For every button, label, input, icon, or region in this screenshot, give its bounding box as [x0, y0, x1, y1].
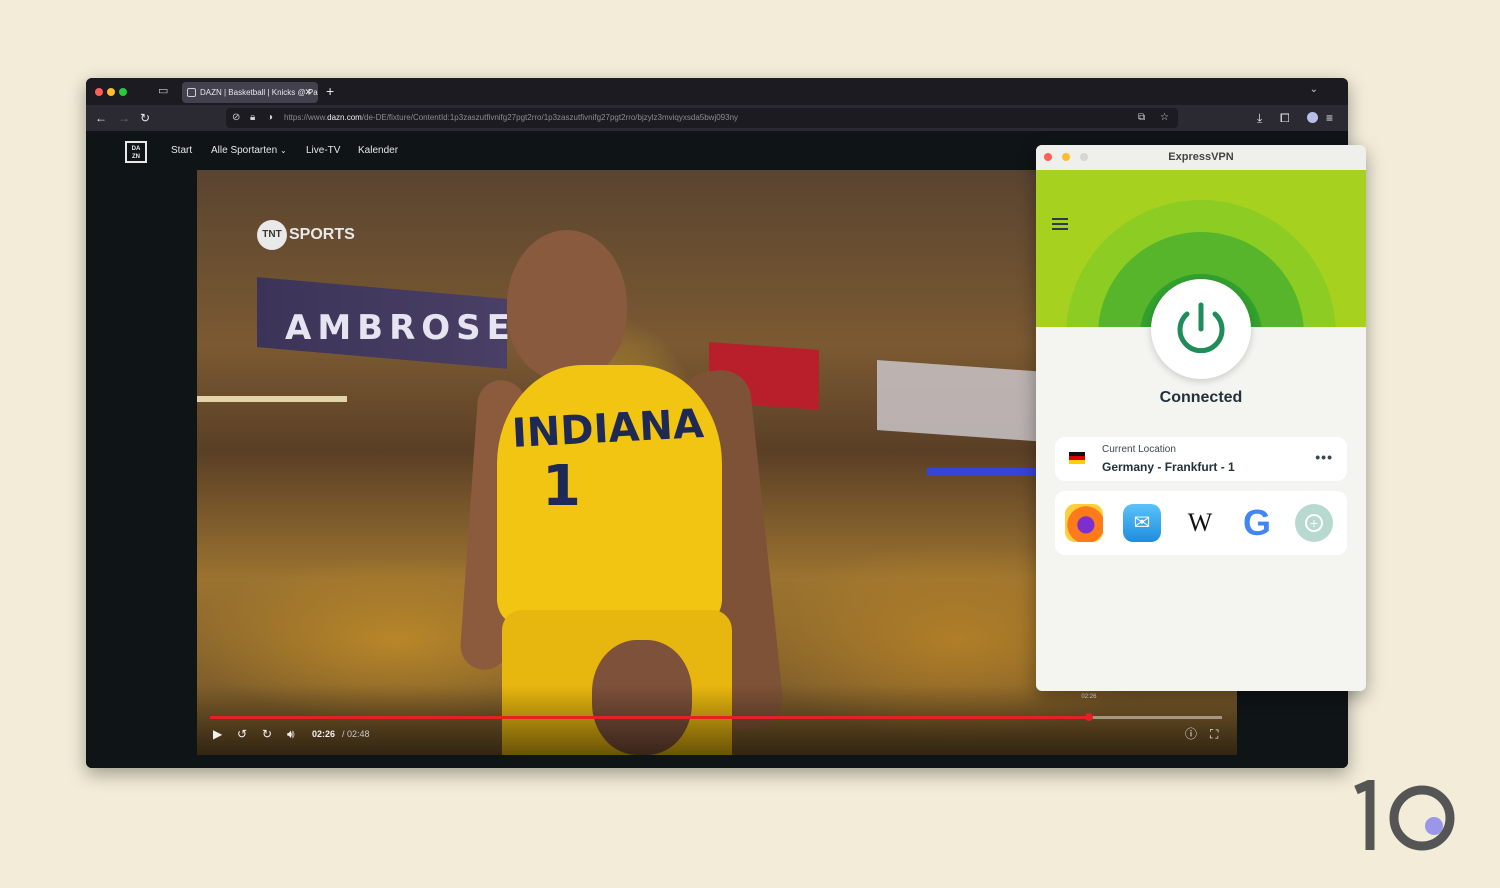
germany-flag-icon	[1069, 452, 1085, 464]
progress-bar[interactable]	[210, 713, 1222, 721]
bookmark-star-icon[interactable]: ☆	[1160, 111, 1169, 125]
tab-title: DAZN | Basketball | Knicks @ Pa	[200, 88, 318, 97]
power-button[interactable]	[1151, 279, 1251, 379]
nav-alle-sportarten-label: Alle Sportarten	[211, 145, 278, 156]
more-options-icon[interactable]: •••	[1315, 449, 1333, 465]
picture-in-picture-icon[interactable]: ⧉	[1138, 111, 1145, 125]
shortcuts-bar: ✉ W G +	[1055, 491, 1347, 555]
close-window-button[interactable]	[95, 88, 103, 96]
wikipedia-shortcut-icon[interactable]: W	[1181, 504, 1219, 542]
mail-shortcut-icon[interactable]: ✉	[1123, 504, 1161, 542]
arena-white-sign	[877, 360, 1047, 442]
forward-arrow-icon[interactable]: →	[118, 110, 130, 126]
jersey-number: 1	[542, 454, 581, 519]
firefox-shortcut-icon[interactable]	[1065, 504, 1103, 542]
location-label: Current Location	[1102, 444, 1176, 455]
rewind-10-icon[interactable]: ↺	[237, 727, 247, 741]
help-icon[interactable]: ⓘ	[1185, 727, 1197, 741]
progress-fill	[210, 716, 1090, 719]
reload-icon[interactable]: ↻	[140, 110, 150, 126]
add-shortcut-glyph: +	[1305, 513, 1323, 532]
player-head	[507, 230, 627, 380]
nav-live-tv[interactable]: Live-TV	[306, 144, 340, 158]
tab-list-chevron-icon[interactable]: ⌄	[1310, 84, 1318, 95]
google-shortcut-icon[interactable]: G	[1238, 504, 1276, 542]
tab-overview-icon[interactable]: ▭	[158, 85, 172, 97]
new-tab-button[interactable]: +	[326, 82, 334, 100]
url-domain: dazn.com	[327, 113, 362, 122]
tracking-shield-icon[interactable]: ⊘	[232, 111, 240, 125]
nav-start[interactable]: Start	[171, 144, 192, 158]
tab-favicon-icon	[187, 88, 196, 97]
minimize-window-button[interactable]	[107, 88, 115, 96]
add-shortcut-icon[interactable]: +	[1295, 504, 1333, 542]
arena-banner-text: AMBROSE	[285, 308, 516, 348]
extensions-icon[interactable]: ⧠	[1280, 110, 1290, 126]
play-icon[interactable]: ▶	[213, 727, 222, 741]
menu-icon[interactable]: ≡	[1326, 110, 1333, 126]
url-bar[interactable]: ⊘ 🔒︎ ◑ https://www.dazn.com/de-DE/fixtur…	[226, 108, 1178, 128]
maximize-window-button[interactable]	[119, 88, 127, 96]
current-location-card[interactable]: Current Location Germany - Frankfurt - 1…	[1055, 437, 1347, 481]
tnt-sports-logo: TNT SPORTS	[257, 220, 355, 250]
url-path: /de-DE/fixture/ContentId:1p3zaszutfivnif…	[361, 113, 739, 122]
volume-icon[interactable]: 🔊︎	[287, 727, 295, 741]
vpn-titlebar: ExpressVPN	[1036, 145, 1366, 170]
hamburger-menu-icon[interactable]	[1052, 218, 1068, 233]
tnt-badge: TNT	[257, 220, 287, 250]
download-icon[interactable]: ⤓	[1257, 110, 1262, 126]
power-icon	[1177, 302, 1225, 354]
broadcaster-label: SPORTS	[289, 226, 355, 244]
url-text: https://www.dazn.com/de-DE/fixture/Conte…	[284, 108, 738, 128]
arena-light-strip	[197, 396, 347, 402]
fullscreen-icon[interactable]: ⛶	[1210, 727, 1218, 741]
connection-status: Connected	[1159, 389, 1243, 406]
forward-10-icon[interactable]: ↻	[262, 727, 272, 741]
ten-logo-graphic	[1354, 777, 1455, 851]
nav-alle-sportarten[interactable]: Alle Sportarten ⌄	[211, 144, 287, 158]
tab-close-icon[interactable]: ✕	[304, 82, 312, 103]
ten-brand-logo	[1352, 777, 1462, 856]
current-time: 02:26	[312, 729, 336, 739]
vpn-app-title: ExpressVPN	[1168, 151, 1234, 163]
lock-icon[interactable]: 🔒︎	[250, 111, 255, 125]
progress-hover-time: 02:26	[1081, 694, 1097, 700]
browser-tab-active[interactable]: DAZN | Basketball | Knicks @ Pa ✕	[182, 82, 318, 103]
url-prefix: https://www.	[284, 113, 328, 122]
back-arrow-icon[interactable]: ←	[95, 110, 107, 126]
expressvpn-window: ExpressVPN Connected Current Location Ge…	[1036, 145, 1366, 691]
chevron-down-icon: ⌄	[279, 146, 287, 155]
profile-avatar[interactable]	[1307, 112, 1318, 123]
dazn-logo[interactable]: DA ZN	[125, 141, 147, 163]
location-value: Germany - Frankfurt - 1	[1102, 460, 1235, 474]
browser-titlebar: ▭ DAZN | Basketball | Knicks @ Pa ✕ + ⌄	[86, 78, 1348, 105]
site-permissions-icon[interactable]: ◑	[267, 111, 273, 125]
browser-navbar: ← → ↻ ⊘ 🔒︎ ◑ https://www.dazn.com/de-DE/…	[86, 105, 1348, 131]
duration: / 02:48	[342, 729, 370, 739]
nav-kalender[interactable]: Kalender	[358, 144, 398, 158]
